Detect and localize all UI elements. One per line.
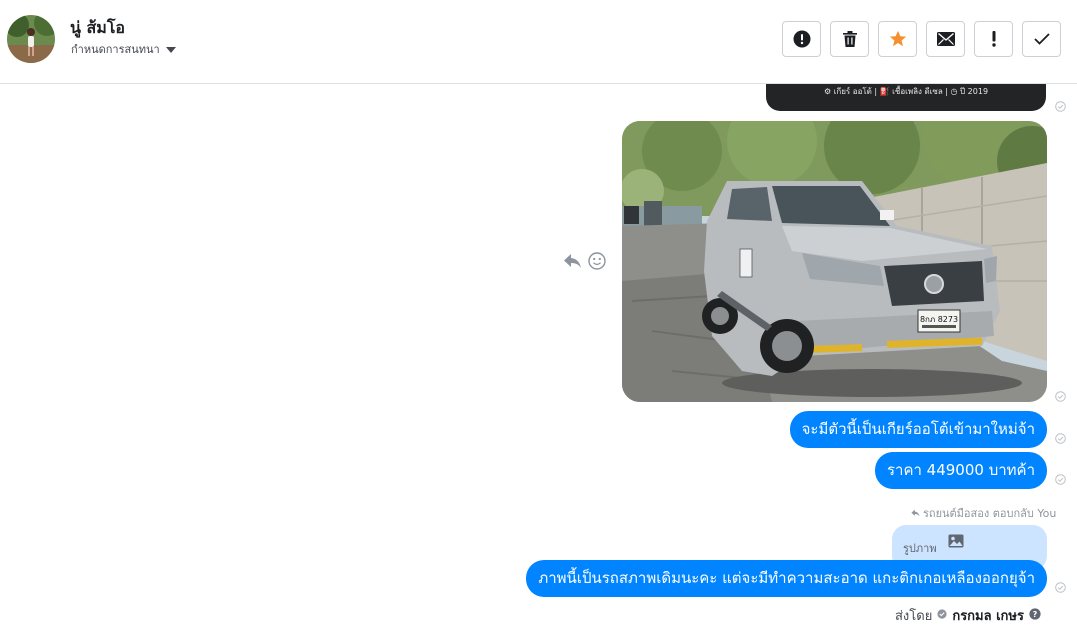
follow-up-button[interactable] <box>974 21 1013 57</box>
message-bubble[interactable]: ราคา 449000 บาทค้า <box>874 452 1047 489</box>
avatar[interactable] <box>7 15 55 63</box>
message-thread[interactable]: ⚙ เกียร์ ออโต้ | ⛽ เชื้อเพลิง ดีเซล | ◷ … <box>0 84 1077 635</box>
sent-by-agent[interactable]: กรกมล เกษร <box>952 605 1024 626</box>
vehicle-photo[interactable]: 8กภ 8273 <box>622 121 1047 402</box>
seen-check-icon <box>1055 582 1066 593</box>
conversation-header: นู่ ส้มโอ กำหนดการสนทนา <box>0 0 1077 84</box>
previous-vehicle-card[interactable]: ⚙ เกียร์ ออโต้ | ⛽ เชื้อเพลิง ดีเซล | ◷ … <box>766 84 1046 111</box>
alert-circle-icon <box>793 30 811 48</box>
reply-arrow-icon <box>911 507 920 520</box>
mark-done-button[interactable] <box>1022 21 1061 57</box>
check-icon <box>1033 33 1050 45</box>
star-button[interactable] <box>878 21 917 57</box>
chevron-down-icon <box>165 46 176 53</box>
assign-conversation-dropdown[interactable]: กำหนดการสนทนา <box>71 40 176 58</box>
vehicle-card-meta: ⚙ เกียร์ ออโต้ | ⛽ เชื้อเพลิง ดีเซล | ◷ … <box>823 87 989 96</box>
header-toolbar <box>782 21 1061 57</box>
svg-text:?: ? <box>1033 610 1038 619</box>
image-icon <box>948 533 964 552</box>
seen-check-icon <box>1055 474 1066 485</box>
message-bubble[interactable]: จะมีตัวนี้เป็นเกียร์ออโต้เข้ามาใหม่จ้า <box>789 411 1047 448</box>
license-plate-text: 8กภ 8273 <box>920 315 958 324</box>
message-hover-actions <box>563 252 606 274</box>
star-icon <box>889 30 907 48</box>
quoted-text: รูปภาพ <box>903 542 937 555</box>
exclamation-icon <box>991 31 997 47</box>
verified-check-icon <box>937 608 947 623</box>
seen-check-icon <box>1055 433 1066 444</box>
message-bubble[interactable]: ภาพนี้เป็นรถสภาพเดิมนะคะ แต่จะมีทำความสะ… <box>526 560 1047 597</box>
delete-button[interactable] <box>830 21 869 57</box>
mark-spam-button[interactable] <box>782 21 821 57</box>
sent-by-line: ส่งโดย กรกมล เกษร ? <box>895 605 1041 626</box>
mark-unread-button[interactable] <box>926 21 965 57</box>
react-emoji-icon[interactable] <box>588 252 606 274</box>
help-icon[interactable]: ? <box>1029 607 1041 624</box>
reply-context-label: รถยนต์มือสอง ตอบกลับ You <box>911 504 1056 522</box>
assign-label: กำหนดการสนทนา <box>71 43 160 56</box>
seen-check-icon <box>1055 391 1066 402</box>
envelope-icon <box>936 32 955 46</box>
reply-context-text: รถยนต์มือสอง ตอบกลับ You <box>923 507 1057 520</box>
contact-name: นู่ ส้มโอ <box>70 18 126 37</box>
seen-check-icon <box>1055 101 1066 112</box>
trash-icon <box>842 30 858 48</box>
reply-icon[interactable] <box>563 253 582 273</box>
sent-by-label: ส่งโดย <box>895 609 933 624</box>
